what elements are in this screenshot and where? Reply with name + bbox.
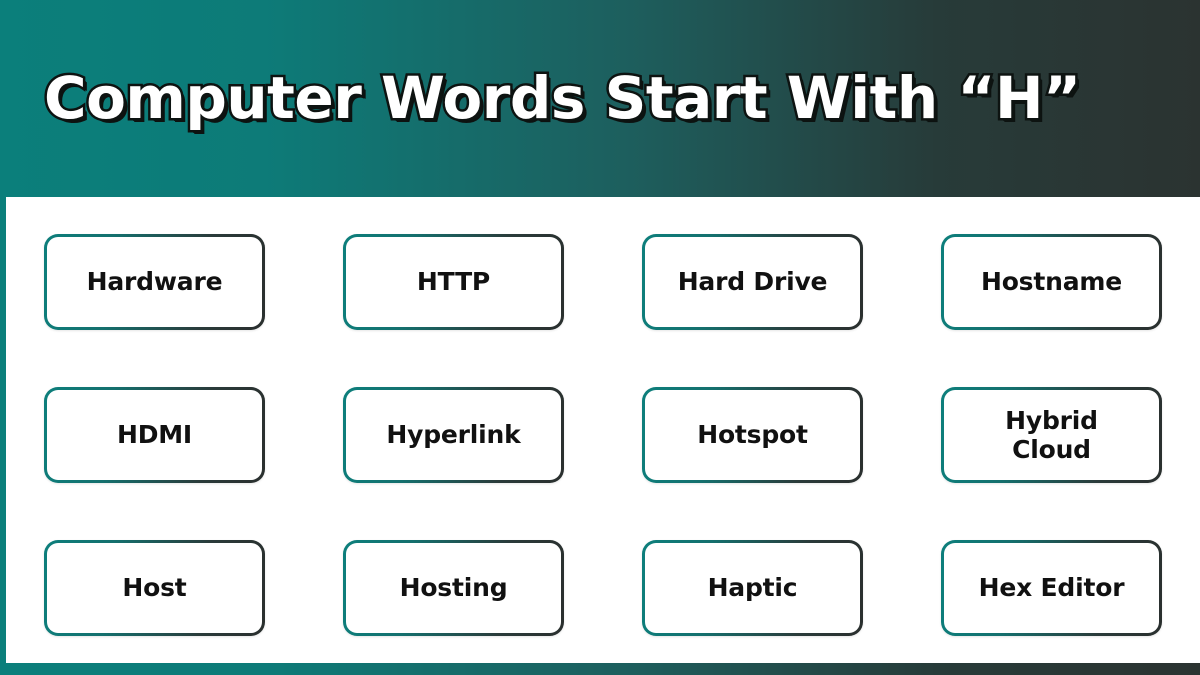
word-card-inner: Hardware bbox=[47, 237, 262, 327]
word-card-inner: HDMI bbox=[47, 390, 262, 480]
word-card-label: Hotspot bbox=[697, 420, 808, 450]
word-card[interactable]: Haptic bbox=[642, 540, 863, 636]
word-card-inner: HTTP bbox=[346, 237, 561, 327]
word-grid: Hardware HTTP Hard Drive Hostname HDMI H… bbox=[34, 234, 1172, 636]
page-title: Computer Words Start With “H” bbox=[42, 64, 1084, 133]
content-frame: Hardware HTTP Hard Drive Hostname HDMI H… bbox=[0, 197, 1200, 675]
word-card[interactable]: Hybrid Cloud bbox=[941, 387, 1162, 483]
word-card-label: Hex Editor bbox=[978, 573, 1125, 603]
word-card-inner: Hyperlink bbox=[346, 390, 561, 480]
word-card-label: Hyperlink bbox=[386, 420, 521, 450]
word-card[interactable]: Hyperlink bbox=[343, 387, 564, 483]
word-card-label: Haptic bbox=[707, 573, 798, 603]
word-card-inner: Haptic bbox=[645, 543, 860, 633]
word-card-inner: Hex Editor bbox=[944, 543, 1159, 633]
word-card-inner: Hostname bbox=[944, 237, 1159, 327]
word-card-label: Hard Drive bbox=[677, 267, 828, 297]
poster: Computer Words Start With “H” Hardware H… bbox=[0, 0, 1200, 675]
word-card-inner: Hotspot bbox=[645, 390, 860, 480]
word-card[interactable]: HTTP bbox=[343, 234, 564, 330]
word-card-label: Hardware bbox=[86, 267, 223, 297]
word-card-label: HTTP bbox=[416, 267, 491, 297]
word-card[interactable]: Hard Drive bbox=[642, 234, 863, 330]
word-card-inner: Host bbox=[47, 543, 262, 633]
word-card[interactable]: Hotspot bbox=[642, 387, 863, 483]
word-card[interactable]: Hostname bbox=[941, 234, 1162, 330]
word-card[interactable]: HDMI bbox=[44, 387, 265, 483]
word-card-inner: Hard Drive bbox=[645, 237, 860, 327]
word-card-inner: Hosting bbox=[346, 543, 561, 633]
header-band: Computer Words Start With “H” bbox=[0, 0, 1200, 197]
word-card[interactable]: Host bbox=[44, 540, 265, 636]
word-card-label: Hosting bbox=[399, 573, 508, 603]
content-panel: Hardware HTTP Hard Drive Hostname HDMI H… bbox=[6, 197, 1200, 663]
word-card[interactable]: Hosting bbox=[343, 540, 564, 636]
word-card-inner: Hybrid Cloud bbox=[944, 390, 1159, 480]
word-card-label: HDMI bbox=[116, 420, 193, 450]
word-card-label: Hybrid Cloud bbox=[1005, 405, 1098, 465]
word-card-label: Hostname bbox=[980, 267, 1122, 297]
word-card[interactable]: Hardware bbox=[44, 234, 265, 330]
word-card[interactable]: Hex Editor bbox=[941, 540, 1162, 636]
word-card-label: Host bbox=[122, 573, 187, 603]
